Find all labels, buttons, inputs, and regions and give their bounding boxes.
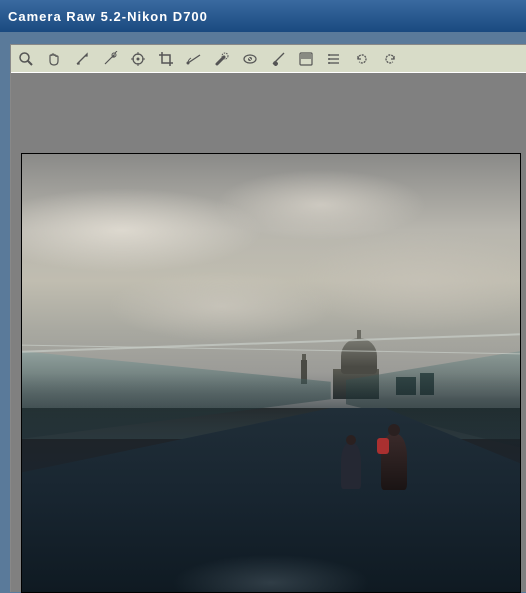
targeted-adjust-icon[interactable] [129, 50, 147, 68]
color-sampler-icon[interactable] [101, 50, 119, 68]
straighten-icon[interactable] [185, 50, 203, 68]
toolbar [11, 45, 526, 73]
spot-removal-icon[interactable] [213, 50, 231, 68]
app-name: Camera Raw 5.2 [8, 9, 122, 24]
image-preview-area [11, 73, 526, 592]
photo-preview[interactable] [21, 153, 521, 593]
preferences-icon[interactable] [325, 50, 343, 68]
crop-icon[interactable] [157, 50, 175, 68]
zoom-icon[interactable] [17, 50, 35, 68]
white-balance-icon[interactable] [73, 50, 91, 68]
hand-icon[interactable] [45, 50, 63, 68]
device-name: Nikon D700 [127, 9, 208, 24]
content-frame [10, 44, 526, 592]
redeye-icon[interactable] [241, 50, 259, 68]
adjustment-brush-icon[interactable] [269, 50, 287, 68]
rotate-ccw-icon[interactable] [353, 50, 371, 68]
rotate-cw-icon[interactable] [381, 50, 399, 68]
graduated-filter-icon[interactable] [297, 50, 315, 68]
title-bar: Camera Raw 5.2 - Nikon D700 [0, 0, 526, 32]
